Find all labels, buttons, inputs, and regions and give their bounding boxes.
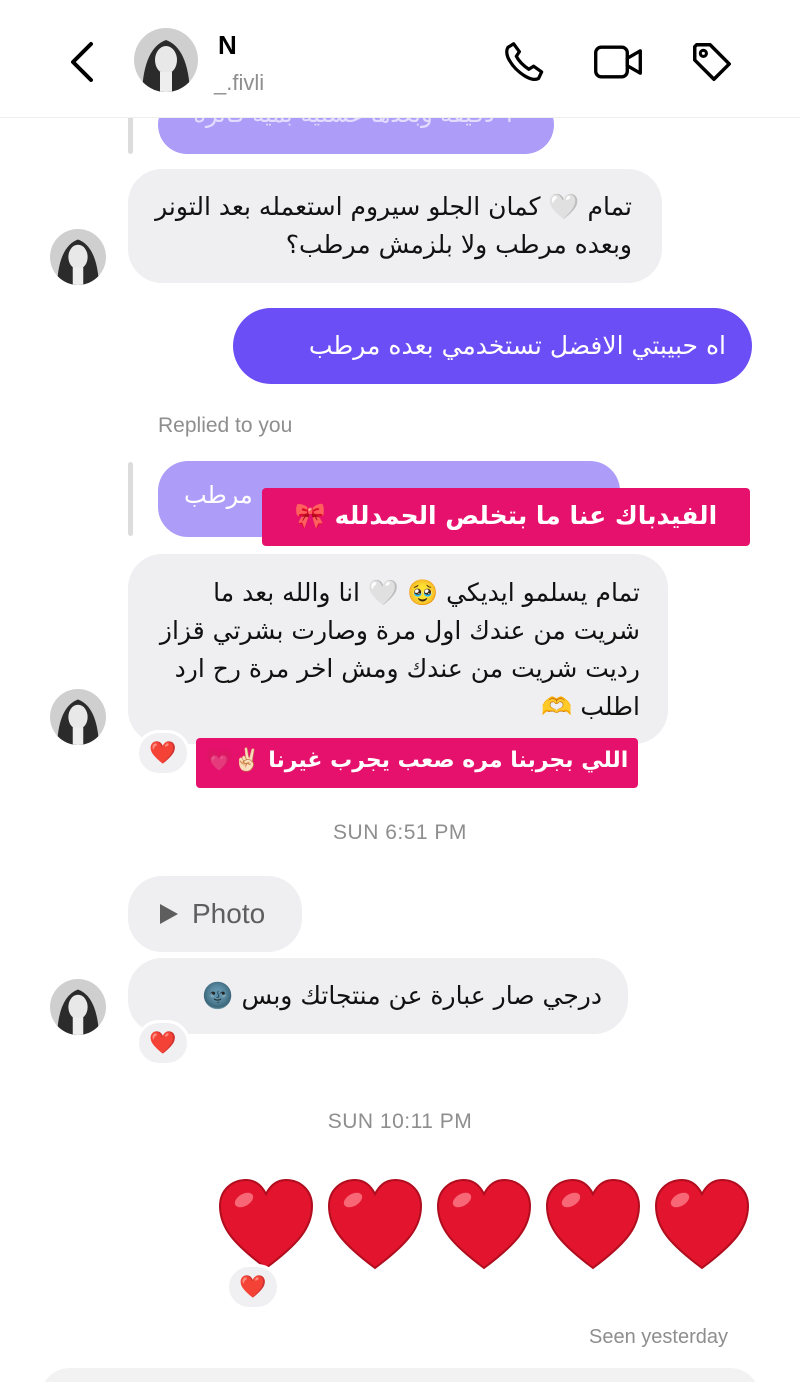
- heart-icon: [654, 1178, 750, 1270]
- heart-icon: [545, 1178, 641, 1270]
- caption-overlay: اللي بجربنا مره صعب يجرب غيرنا ✌🏻💗: [196, 738, 638, 788]
- tag-icon: [693, 43, 731, 81]
- caption-overlay: الفيدباك عنا ما بتخلص الحمدلله 🎀: [262, 488, 750, 546]
- replied-label: Replied to you: [158, 414, 293, 437]
- video-call-button[interactable]: [592, 36, 644, 88]
- back-chevron-icon: [71, 42, 93, 82]
- seen-status: Seen yesterday: [589, 1326, 728, 1348]
- reply-thread-bar: [128, 462, 133, 536]
- chat-header: N _.fivli: [0, 0, 800, 118]
- back-button[interactable]: [58, 38, 106, 86]
- heart-icon: [218, 1178, 314, 1270]
- photo-attachment[interactable]: Photo: [128, 876, 302, 952]
- heart-icon: [436, 1178, 532, 1270]
- heart-reaction[interactable]: ❤️: [136, 730, 190, 776]
- phone-icon: [505, 42, 544, 82]
- heart-reaction-icon: ❤️: [149, 1030, 177, 1056]
- message-text: درجي صار عبارة عن منتجاتك وبس 🌚: [202, 981, 602, 1010]
- message-text: اه حبيبتي الافضل تستخدمي بعده مرطب: [308, 331, 726, 360]
- call-button[interactable]: [498, 36, 550, 88]
- avatar[interactable]: [50, 229, 106, 285]
- message-composer[interactable]: [40, 1368, 760, 1382]
- video-camera-icon: [594, 45, 642, 79]
- message-bubble-incoming[interactable]: تمام يسلمو ايديكي 🥹 🤍 انا والله بعد ما ش…: [128, 554, 668, 744]
- message-text: تمام يسلمو ايديكي 🥹 🤍 انا والله بعد ما ش…: [159, 578, 640, 721]
- timestamp: SUN 6:51 PM: [333, 821, 467, 844]
- play-icon: [160, 904, 178, 924]
- heart-reaction[interactable]: ❤️: [226, 1264, 280, 1310]
- tag-button[interactable]: [686, 36, 738, 88]
- photo-label: Photo: [192, 898, 266, 929]
- message-bubble-outgoing[interactable]: اه حبيبتي الافضل تستخدمي بعده مرطب: [233, 308, 752, 384]
- big-hearts-message[interactable]: [216, 1176, 752, 1276]
- contact-name[interactable]: N: [218, 30, 237, 61]
- timestamp: SUN 10:11 PM: [327, 1110, 473, 1133]
- contact-username[interactable]: _.fivli: [214, 70, 264, 96]
- heart-icon: [327, 1178, 423, 1270]
- reply-quote-text: مرطب: [184, 481, 253, 509]
- heart-reaction-icon: ❤️: [149, 740, 177, 766]
- message-bubble-incoming[interactable]: تمام 🤍 كمان الجلو سيروم استعمله بعد التو…: [128, 169, 662, 283]
- message-text: تمام 🤍 كمان الجلو سيروم استعمله بعد التو…: [155, 192, 632, 259]
- heart-reaction-icon: ❤️: [239, 1274, 267, 1300]
- avatar[interactable]: [50, 689, 106, 745]
- reply-thread-bar: [128, 112, 133, 154]
- avatar[interactable]: [134, 28, 198, 92]
- heart-reaction[interactable]: ❤️: [136, 1020, 190, 1066]
- message-bubble-incoming[interactable]: درجي صار عبارة عن منتجاتك وبس 🌚: [128, 958, 628, 1034]
- avatar[interactable]: [50, 979, 106, 1035]
